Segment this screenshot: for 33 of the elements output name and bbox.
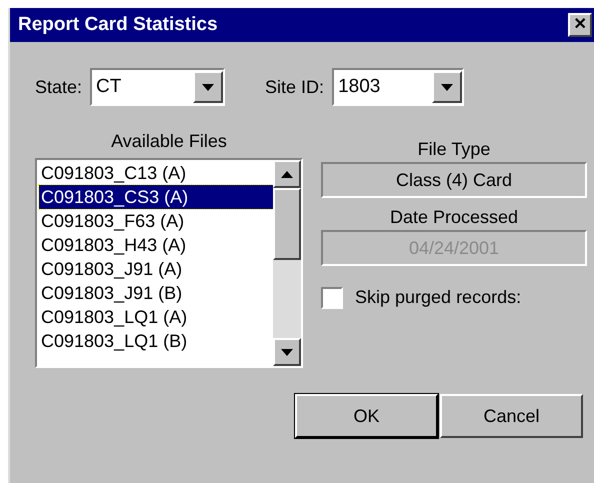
scroll-thumb[interactable] xyxy=(273,188,301,260)
field-label: File Type xyxy=(418,138,490,161)
list-item[interactable]: C091803_C13 (A) xyxy=(39,161,273,185)
field-label: Date Processed xyxy=(390,206,518,229)
dialog-button[interactable]: Cancel xyxy=(440,394,583,438)
read-only-field: Class (4) Card xyxy=(321,162,587,198)
list-item[interactable]: C091803_F63 (A) xyxy=(39,209,273,233)
dropdown[interactable]: CT xyxy=(90,68,226,106)
field-label: State: xyxy=(35,76,82,98)
caret-icon xyxy=(202,84,214,90)
checkbox[interactable] xyxy=(321,286,343,308)
dialog-button[interactable]: OK xyxy=(295,394,438,438)
scroll-down-button[interactable] xyxy=(273,338,301,366)
list-item[interactable]: C091803_H43 (A) xyxy=(39,233,273,257)
checkbox-label: Skip purged records: xyxy=(355,286,522,309)
list-item[interactable]: C091803_J91 (A) xyxy=(39,257,273,281)
list-item[interactable]: C091803_LQ1 (A) xyxy=(39,305,273,329)
window-title: Report Card Statistics xyxy=(18,12,218,37)
close-button[interactable]: ✕ xyxy=(568,13,592,37)
list-label: Available Files xyxy=(111,130,227,153)
scroll-up-button[interactable] xyxy=(273,160,301,188)
up-arrow-icon xyxy=(281,170,293,178)
list-item[interactable]: C091803_LQ1 (B) xyxy=(39,329,273,353)
dropdown-button[interactable] xyxy=(193,71,224,103)
scrollbar[interactable] xyxy=(273,160,301,366)
dropdown-button[interactable] xyxy=(432,71,462,103)
file-list[interactable]: C091803_C13 (A) C091803_CS3 (A) C091803_F63 (A) C091803_H43 (A) C091803_J91 (A) C091803_J91 (B) C091803_LQ1 (A) C091803_LQ1 (B) xyxy=(35,158,303,368)
list-item[interactable]: C091803_CS3 (A) xyxy=(39,185,273,209)
caret-icon xyxy=(441,84,454,90)
list-item[interactable]: C091803_J91 (B) xyxy=(39,281,273,305)
down-arrow-icon xyxy=(281,348,293,356)
field-label: Site ID: xyxy=(265,76,324,98)
dropdown[interactable]: 1803 xyxy=(332,68,464,106)
